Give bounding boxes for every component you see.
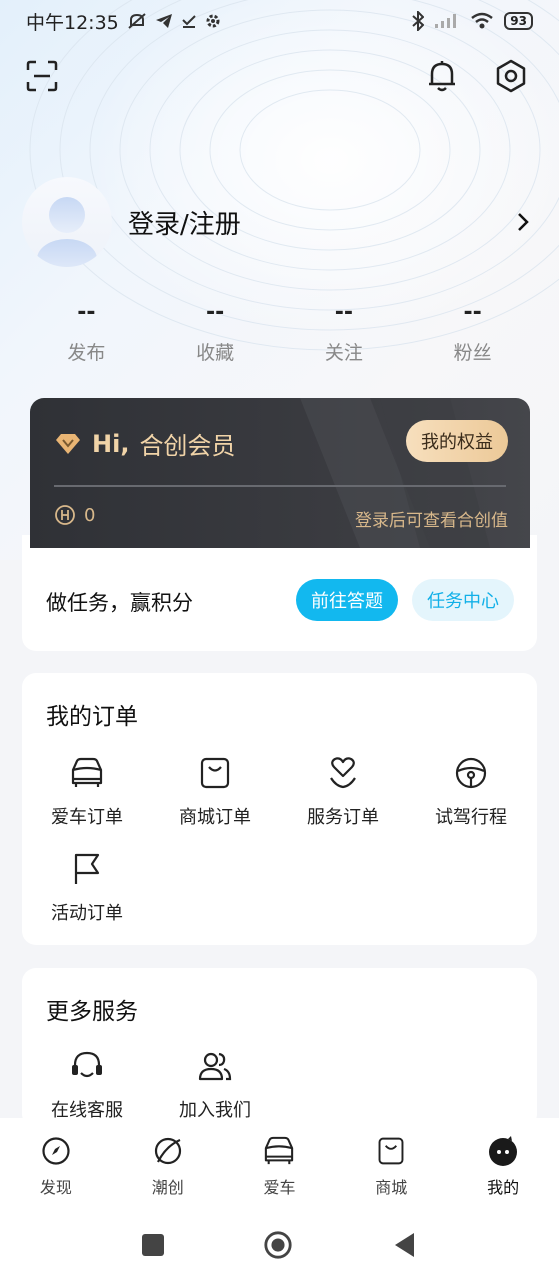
points-value: 0	[84, 504, 96, 526]
compass-icon	[42, 1137, 70, 1165]
service-item-support[interactable]: 在线客服	[23, 1046, 151, 1122]
my-benefits-button[interactable]: 我的权益	[406, 420, 508, 462]
mute-icon	[128, 13, 146, 29]
go-quiz-button[interactable]: 前往答题	[296, 579, 398, 621]
tab-mine[interactable]: 我的	[447, 1118, 559, 1210]
stat-label: 粉丝	[453, 342, 492, 364]
tab-label: 爱车	[263, 1178, 296, 1197]
tab-mall[interactable]: 商城	[335, 1118, 447, 1210]
order-item-activity[interactable]: 活动订单	[23, 849, 151, 925]
stat-label: 收藏	[196, 342, 235, 364]
tab-label: 发现	[39, 1178, 72, 1197]
login-register-label: 登录/注册	[128, 209, 241, 240]
settings-button[interactable]	[493, 58, 529, 94]
profile-login-row[interactable]: 登录/注册	[22, 176, 537, 268]
task-text: 做任务，赢积分	[46, 591, 193, 615]
service-item-join-us[interactable]: 加入我们	[151, 1046, 279, 1122]
planet-icon	[154, 1137, 181, 1165]
order-item-label: 活动订单	[51, 903, 123, 924]
steering-wheel-icon	[455, 757, 487, 789]
wifi-icon	[471, 12, 494, 29]
order-item-label: 爱车订单	[51, 807, 123, 828]
back-triangle-icon	[395, 1233, 414, 1257]
settings-hexagon-icon	[496, 59, 526, 93]
notification-button[interactable]	[424, 58, 460, 94]
stat-value: --	[463, 300, 482, 325]
square-icon	[142, 1234, 164, 1256]
stat-value: --	[205, 300, 225, 325]
users-icon	[198, 1052, 232, 1081]
orders-title: 我的订单	[46, 704, 138, 730]
order-item-service[interactable]: 服务订单	[279, 753, 407, 829]
status-bar: 中午12:35 93	[0, 0, 559, 42]
telegram-icon	[155, 14, 172, 28]
system-navigation-bar	[0, 1210, 559, 1280]
vip-greeting: Hi,	[92, 429, 130, 458]
vip-divider	[54, 485, 506, 487]
stat-followers[interactable]: -- 粉丝	[408, 300, 537, 365]
diamond-icon	[56, 433, 80, 454]
services-title: 更多服务	[46, 999, 138, 1025]
stat-label: 发布	[67, 342, 106, 364]
order-item-mall[interactable]: 商城订单	[151, 753, 279, 829]
recent-apps-button[interactable]	[138, 1230, 168, 1260]
order-item-test-drive[interactable]: 试驾行程	[407, 753, 535, 829]
stat-label: 关注	[324, 342, 363, 364]
order-item-label: 服务订单	[307, 807, 379, 828]
home-circle-icon	[264, 1231, 292, 1259]
flag-icon	[74, 853, 100, 884]
default-avatar-icon	[37, 197, 97, 267]
tab-label: 潮创	[151, 1178, 184, 1197]
avatar	[22, 177, 112, 267]
home-button[interactable]	[263, 1230, 293, 1260]
car-icon	[71, 757, 103, 787]
signal-icon	[435, 14, 457, 28]
tab-discover[interactable]: 发现	[0, 1118, 112, 1210]
points-coin-icon	[55, 505, 75, 525]
scan-button[interactable]	[24, 58, 60, 94]
stat-posts[interactable]: -- 发布	[22, 300, 151, 365]
tab-trend[interactable]: 潮创	[112, 1118, 224, 1210]
vip-title: 合创会员	[139, 432, 236, 460]
status-time: 中午12:35	[26, 11, 119, 34]
vip-login-hint: 登录后可查看合创值	[355, 511, 508, 531]
stat-favorites[interactable]: -- 收藏	[151, 300, 280, 365]
car-icon	[265, 1136, 294, 1165]
task-card: 做任务，赢积分 前往答题 任务中心	[22, 535, 537, 651]
battery-indicator: 93	[504, 12, 533, 30]
my-orders-card: 我的订单 爱车订单 商城订单 服务订单 试驾行程 活动订单	[22, 673, 537, 945]
back-button[interactable]	[390, 1230, 420, 1260]
tab-my-car[interactable]: 爱车	[224, 1118, 336, 1210]
profile-stats: -- 发布 -- 收藏 -- 关注 -- 粉丝	[22, 300, 537, 365]
chevron-right-icon	[518, 213, 529, 231]
stat-value: --	[334, 300, 353, 325]
bottom-tab-bar: 发现 潮创 爱车 商城 我的	[0, 1118, 559, 1210]
order-item-label: 商城订单	[179, 807, 251, 828]
shopping-bag-icon	[200, 757, 230, 789]
headset-icon	[72, 1051, 102, 1078]
membership-card[interactable]: Hi, 合创会员 我的权益 0 登录后可查看合创值	[30, 398, 530, 548]
order-item-car[interactable]: 爱车订单	[23, 753, 151, 829]
bluetooth-icon	[412, 11, 425, 31]
more-services-card: 更多服务 在线客服 加入我们	[22, 968, 537, 1128]
check-icon	[182, 15, 196, 28]
stat-following[interactable]: -- 关注	[280, 300, 409, 365]
bell-icon	[429, 61, 455, 92]
scan-icon	[26, 60, 58, 92]
mascot-icon	[489, 1136, 518, 1166]
heart-hand-icon	[330, 757, 356, 789]
stat-value: --	[77, 300, 96, 325]
task-center-button[interactable]: 任务中心	[412, 579, 514, 621]
tab-label: 我的	[487, 1178, 520, 1197]
order-item-label: 试驾行程	[435, 807, 507, 828]
gear-icon	[206, 14, 220, 28]
tab-label: 商城	[375, 1178, 408, 1197]
shopping-bag-icon	[378, 1137, 404, 1165]
